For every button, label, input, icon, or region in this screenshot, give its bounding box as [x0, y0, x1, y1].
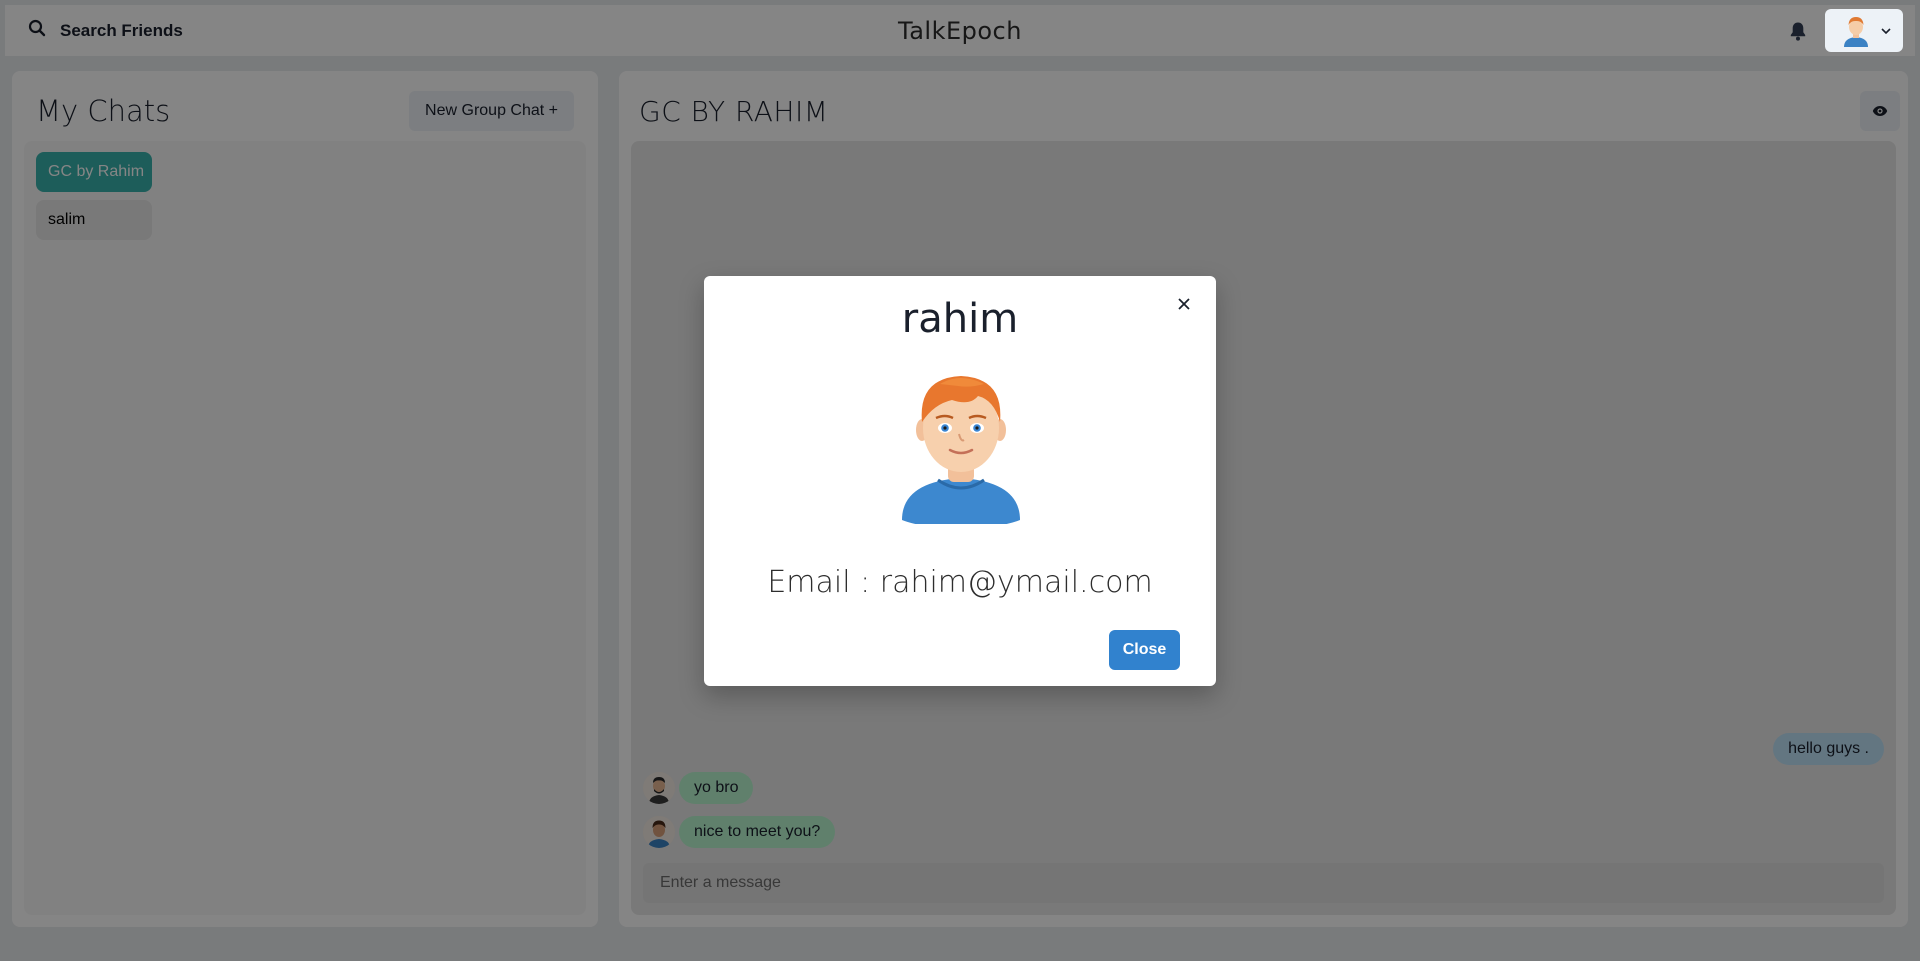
close-button[interactable]: Close [1109, 630, 1180, 670]
chevron-down-icon [1881, 27, 1891, 34]
avatar [1841, 15, 1871, 47]
modal-user-email: Email : rahim@ymail.com [767, 565, 1153, 600]
profile-menu-button[interactable] [1825, 9, 1903, 52]
close-icon[interactable] [1168, 288, 1200, 320]
profile-avatar [900, 370, 1022, 528]
modal-user-name: rahim [901, 296, 1019, 342]
bell-icon[interactable] [1789, 21, 1807, 41]
profile-modal: rahim Email : rahim@ymail.com Close [704, 276, 1216, 686]
